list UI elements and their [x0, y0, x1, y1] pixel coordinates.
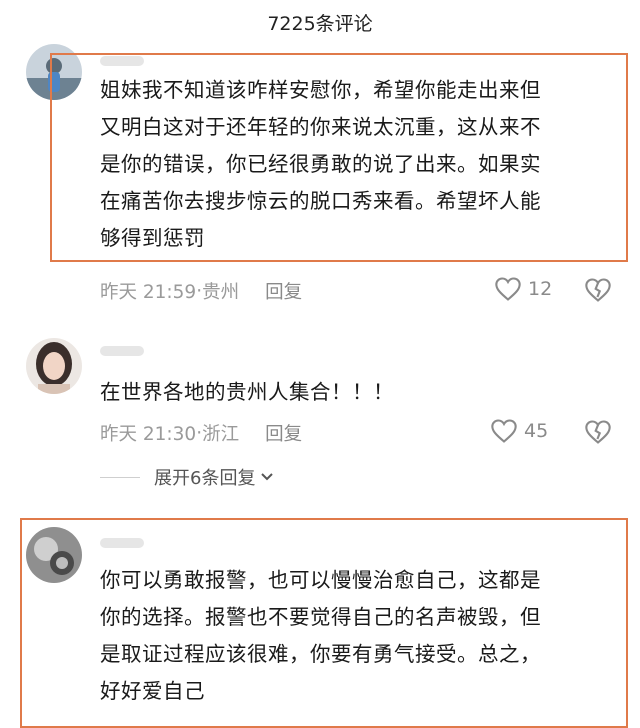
avatar-image	[26, 44, 82, 100]
reply-button[interactable]: 回复	[265, 278, 302, 304]
comment-line: 在痛苦你去搜步惊云的脱口秀来看。希望坏人能	[100, 189, 541, 213]
comment-line: 你可以勇敢报警，也可以慢慢治愈自己，这都是	[100, 568, 541, 592]
comment-meta: 昨天 21:30 · 浙江 回复	[100, 420, 302, 446]
avatar-image	[26, 338, 82, 394]
username-blurred[interactable]	[100, 346, 144, 356]
expand-replies-label: 展开6条回复	[154, 468, 256, 489]
comment-time: 昨天 21:59	[100, 282, 197, 303]
like-button[interactable]: 12	[494, 276, 552, 302]
comments-header: 7225条评论	[0, 0, 640, 44]
comment-location: 贵州	[202, 282, 240, 303]
chevron-down-icon	[261, 473, 274, 481]
like-count: 45	[524, 420, 549, 442]
comment-line: 是你的错误，你已经很勇敢的说了出来。如果实	[100, 152, 541, 176]
expand-divider	[100, 476, 140, 478]
comment-line: 姐妹我不知道该咋样安慰你，希望你能走出来但	[100, 78, 541, 102]
avatar[interactable]	[26, 44, 82, 100]
comment-line: 够得到惩罚	[100, 226, 205, 250]
comment-line: 好好爱自己	[100, 679, 205, 703]
expand-replies-button[interactable]: 展开6条回复	[100, 464, 275, 490]
broken-heart-icon	[585, 278, 611, 302]
reply-button[interactable]: 回复	[265, 420, 302, 446]
heart-outline-icon	[491, 419, 517, 443]
comment-line: 在世界各地的贵州人集合！！！	[100, 380, 394, 404]
avatar[interactable]	[26, 527, 82, 583]
dislike-button[interactable]	[584, 419, 612, 449]
comment-time: 昨天 21:30	[100, 424, 197, 445]
heart-outline-icon	[495, 277, 521, 301]
like-count: 12	[528, 278, 553, 300]
comment-line: 又明白这对于还年轻的你来说太沉重，这从来不	[100, 115, 541, 139]
comment-count-title: 7225条评论	[267, 12, 373, 35]
comment-line: 是取证过程应该很难，你要有勇气接受。总之，	[100, 642, 541, 666]
avatar[interactable]	[26, 338, 82, 394]
broken-heart-icon	[585, 420, 611, 444]
comment-text: 你可以勇敢报警，也可以慢慢治愈自己，这都是 你的选择。报警也不要觉得自己的名声被…	[100, 562, 541, 710]
comment-location: 浙江	[202, 424, 240, 445]
username-blurred[interactable]	[100, 538, 144, 548]
comment-text: 在世界各地的贵州人集合！！！	[100, 374, 394, 411]
username-blurred[interactable]	[100, 56, 144, 66]
comment-line: 你的选择。报警也不要觉得自己的名声被毁，但	[100, 605, 541, 629]
avatar-image	[26, 527, 82, 583]
dislike-button[interactable]	[584, 277, 612, 307]
comment-text: 姐妹我不知道该咋样安慰你，希望你能走出来但 又明白这对于还年轻的你来说太沉重，这…	[100, 72, 541, 257]
comment-meta: 昨天 21:59 · 贵州 回复	[100, 278, 302, 304]
like-button[interactable]: 45	[490, 418, 548, 444]
